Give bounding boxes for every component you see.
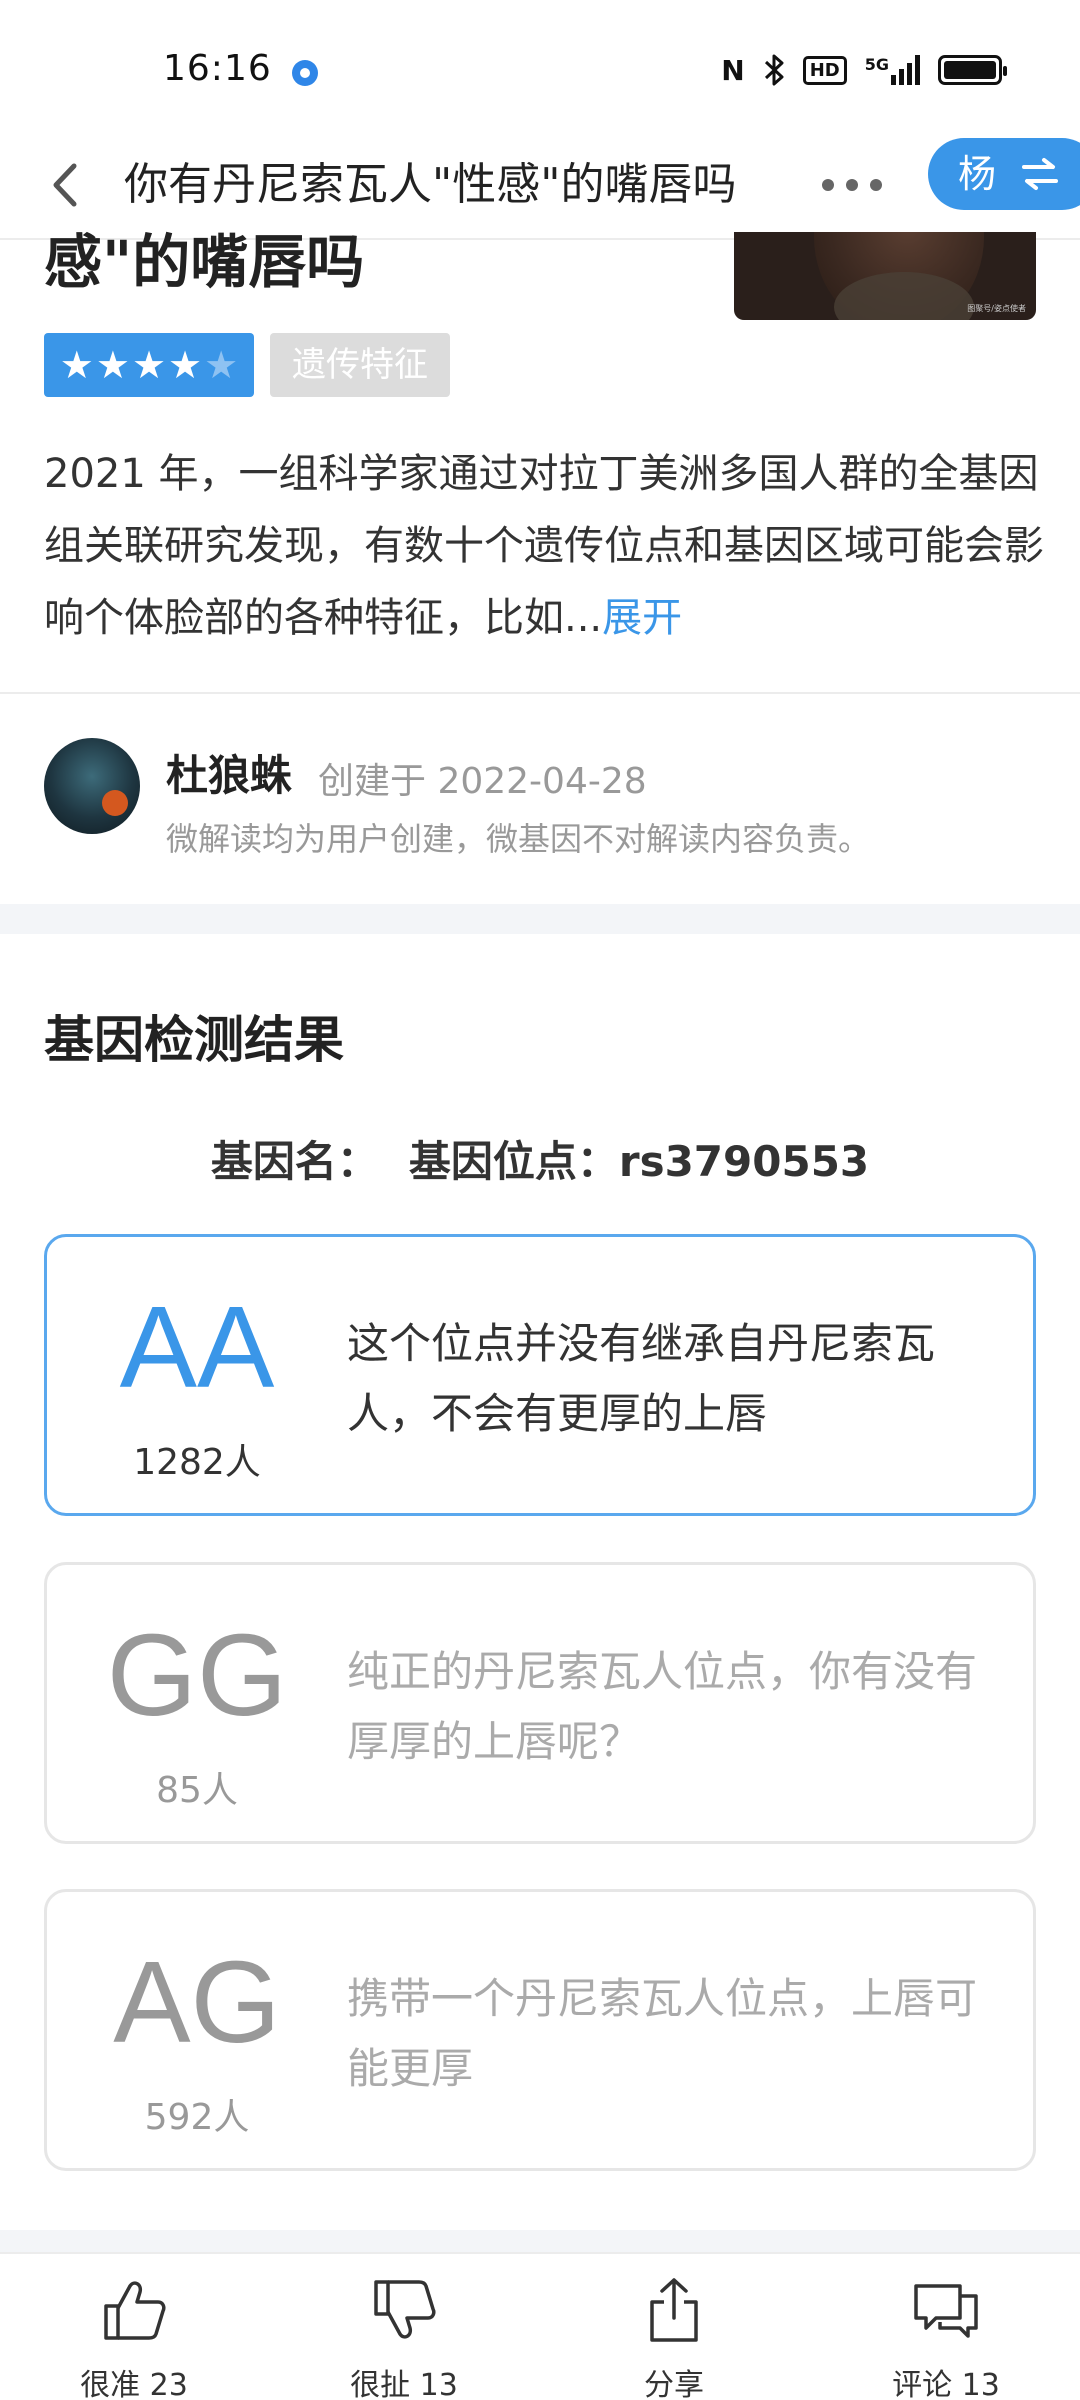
like-button[interactable]: 很准 23 [34, 2254, 234, 2400]
rating-stars: ★ ★ ★ ★ ★ [44, 333, 254, 397]
more-options-icon[interactable] [822, 168, 882, 202]
bluetooth-icon [764, 54, 784, 86]
back-arrow-icon[interactable] [40, 150, 90, 220]
genotype-label: GG [106, 1610, 288, 1740]
article-thumbnail-image: 图聚号/姿点使者 [734, 232, 1036, 320]
comment-icon [914, 2284, 978, 2338]
like-label: 很准 23 [80, 2368, 188, 2400]
genotype-description: 这个位点并没有继承自丹尼索瓦人，不会有更厚的上唇 [347, 1319, 936, 1438]
category-tag[interactable]: 遗传特征 [270, 333, 450, 397]
divider [0, 692, 1080, 694]
share-icon [650, 2278, 698, 2342]
switch-user-button[interactable]: 杨 [928, 138, 1080, 210]
genotype-count: 1282人 [133, 1442, 261, 1483]
thumbs-down-icon [374, 2280, 436, 2339]
author-name[interactable]: 杜狼蛛 [166, 742, 292, 803]
article-title: 感"的嘴唇吗 [44, 228, 365, 296]
star-icon: ★ [95, 343, 130, 387]
created-date: 创建于 2022-04-28 [318, 761, 647, 802]
disclaimer-text: 微解读均为用户创建，微基因不对解读内容负责。 [166, 820, 871, 858]
gene-locus-label: 基因位点：rs3790553 [408, 1137, 870, 1186]
half-star-icon: ★ [204, 343, 239, 387]
swap-arrows-icon [1022, 158, 1058, 190]
share-label: 分享 [644, 2368, 704, 2400]
bottom-divider [0, 2230, 1080, 2252]
star-icon: ★ [168, 343, 203, 387]
gene-name-label: 基因名： [210, 1137, 379, 1186]
genotype-count: 85人 [156, 1770, 238, 1811]
notification-dot-icon [292, 60, 318, 86]
hd-icon: HD [802, 55, 847, 85]
author-avatar[interactable] [44, 738, 140, 834]
star-icon: ★ [59, 343, 94, 387]
bottom-action-bar: 很准 23 很扯 13 分享 评论 13 [0, 2252, 1080, 2400]
page-title: 你有丹尼索瓦人"性感"的嘴唇吗 [124, 159, 737, 210]
genotype-label: AG [113, 1937, 281, 2067]
results-section-title: 基因检测结果 [44, 1011, 344, 1069]
dislike-label: 很扯 13 [350, 2368, 458, 2400]
result-card-gg[interactable]: GG 85人 纯正的丹尼索瓦人位点，你有没有厚厚的上唇呢？ [44, 1562, 1036, 1844]
result-card-ag[interactable]: AG 592人 携带一个丹尼索瓦人位点，上唇可能更厚 [44, 1889, 1036, 2171]
section-divider [0, 904, 1080, 934]
comment-label: 评论 13 [892, 2368, 1000, 2400]
comment-button[interactable]: 评论 13 [846, 2254, 1046, 2400]
battery-icon [938, 55, 1007, 85]
article-description: 2021 年，一组科学家通过对拉丁美洲多国人群的全基因组关联研究发现，有数十个遗… [44, 438, 1044, 654]
genotype-description: 携带一个丹尼索瓦人位点，上唇可能更厚 [347, 1974, 978, 2093]
gene-info: 基因名： 基因位点：rs3790553 [0, 1128, 1080, 1189]
nfc-icon: N [721, 53, 745, 87]
genotype-description: 纯正的丹尼索瓦人位点，你有没有厚厚的上唇呢？ [347, 1647, 978, 1766]
user-initial: 杨 [958, 152, 997, 196]
thumbs-up-icon [104, 2281, 166, 2340]
status-icons: N HD 5G [721, 50, 1007, 90]
genotype-label: AA [119, 1282, 275, 1412]
star-icon: ★ [131, 343, 167, 387]
image-caption: 图聚号/姿点使者 [967, 304, 1026, 313]
cellular-signal-icon: 5G [865, 55, 920, 85]
dislike-button[interactable]: 很扯 13 [304, 2254, 504, 2400]
expand-link[interactable]: 展开 [602, 595, 682, 641]
genotype-count: 592人 [144, 2097, 250, 2138]
status-time: 16:16 [163, 48, 272, 89]
share-button[interactable]: 分享 [574, 2254, 774, 2400]
description-text: 2021 年，一组科学家通过对拉丁美洲多国人群的全基因组关联研究发现，有数十个遗… [44, 451, 1044, 641]
result-card-aa[interactable]: AA 1282人 这个位点并没有继承自丹尼索瓦人，不会有更厚的上唇 [44, 1234, 1036, 1516]
status-bar: 16:16 N HD 5G [0, 0, 1080, 130]
network-type-label: 5G [864, 55, 889, 74]
